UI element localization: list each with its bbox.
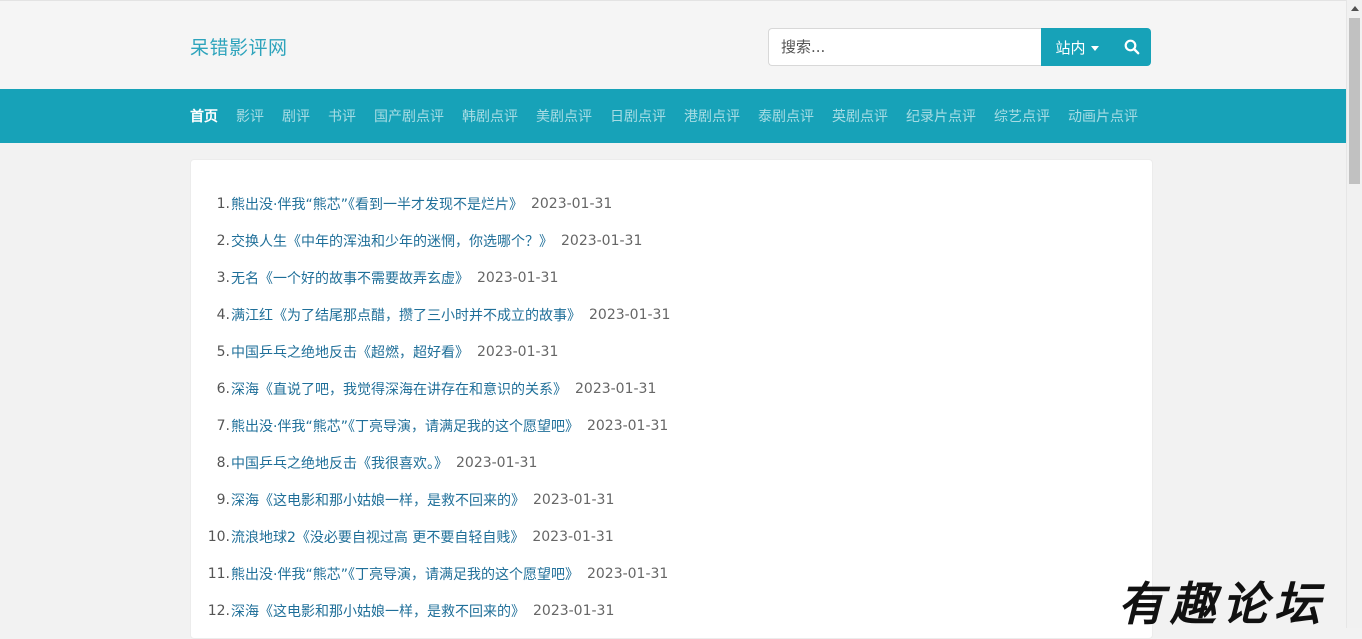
review-list-card: 1. 熊出没·伴我“熊芯”《看到一半才发现不是烂片》 2023-01-31 2. 交换人… — [190, 159, 1153, 639]
list-item: 10. 流浪地球2《没必要自视过高 更不要自轻自贱》 2023-01-31 — [191, 518, 1152, 555]
scroll-up-arrow-icon[interactable] — [1351, 6, 1359, 11]
search-group: 站内 — [768, 28, 1151, 66]
review-date: 2023-01-31 — [586, 565, 669, 582]
top-header: 呆错影评网 站内 — [0, 0, 1346, 89]
list-item: 6. 深海《直说了吧，我觉得深海在讲存在和意识的关系》 2023-01-31 — [191, 370, 1152, 407]
list-item-number: 9. — [216, 491, 230, 508]
search-input[interactable] — [768, 28, 1041, 66]
review-title-link[interactable]: 深海《这电影和那小姑娘一样，是救不回来的》 — [231, 601, 525, 621]
scroll-thumb[interactable] — [1349, 18, 1360, 184]
review-title-link[interactable]: 无名《一个好的故事不需要故弄玄虚》 — [231, 268, 469, 288]
review-list: 1. 熊出没·伴我“熊芯”《看到一半才发现不是烂片》 2023-01-31 2. 交换人… — [191, 185, 1152, 629]
nav-item[interactable]: 书评 — [328, 106, 356, 126]
search-scope-dropdown[interactable]: 站内 — [1041, 28, 1113, 66]
nav-item[interactable]: 美剧点评 — [536, 106, 592, 126]
nav-item[interactable]: 港剧点评 — [684, 106, 740, 126]
review-title-link[interactable]: 熊出没·伴我“熊芯”《丁亮导演，请满足我的这个愿望吧》 — [231, 564, 579, 584]
search-icon — [1124, 39, 1140, 55]
list-item: 12. 深海《这电影和那小姑娘一样，是救不回来的》 2023-01-31 — [191, 592, 1152, 629]
review-title-link[interactable]: 交换人生《中年的浑浊和少年的迷惘，你选哪个？》 — [231, 231, 553, 251]
list-item: 8. 中国乒乓之绝地反击《我很喜欢。》 2023-01-31 — [191, 444, 1152, 481]
nav-item[interactable]: 泰剧点评 — [758, 106, 814, 126]
list-item-number: 1. — [216, 195, 230, 212]
page-scrollbar[interactable] — [1346, 0, 1362, 628]
review-title-link[interactable]: 深海《这电影和那小姑娘一样，是救不回来的》 — [231, 490, 525, 510]
nav-item[interactable]: 国产剧点评 — [374, 106, 444, 126]
review-date: 2023-01-31 — [575, 380, 657, 397]
list-item: 11. 熊出没·伴我“熊芯”《丁亮导演，请满足我的这个愿望吧》 2023-01-31 — [191, 555, 1152, 592]
review-date: 2023-01-31 — [456, 454, 538, 471]
list-item-number: 12. — [207, 602, 230, 619]
list-item-number: 11. — [207, 565, 230, 582]
nav-item[interactable]: 综艺点评 — [994, 106, 1050, 126]
review-title-link[interactable]: 流浪地球2《没必要自视过高 更不要自轻自贱》 — [231, 527, 524, 547]
review-date: 2023-01-31 — [586, 417, 669, 434]
caret-down-icon — [1090, 45, 1099, 51]
nav-item[interactable]: 动画片点评 — [1068, 106, 1138, 126]
review-title-link[interactable]: 深海《直说了吧，我觉得深海在讲存在和意识的关系》 — [231, 379, 567, 399]
review-date: 2023-01-31 — [530, 195, 613, 212]
review-date: 2023-01-31 — [561, 232, 643, 249]
list-item: 1. 熊出没·伴我“熊芯”《看到一半才发现不是烂片》 2023-01-31 — [191, 185, 1152, 222]
list-item-number: 6. — [216, 380, 230, 397]
list-item: 3. 无名《一个好的故事不需要故弄玄虚》 2023-01-31 — [191, 259, 1152, 296]
list-item-number: 8. — [216, 454, 230, 471]
list-item: 9. 深海《这电影和那小姑娘一样，是救不回来的》 2023-01-31 — [191, 481, 1152, 518]
watermark-logo: 有趣论坛 — [1118, 577, 1326, 631]
nav-item[interactable]: 影评 — [236, 106, 264, 126]
list-item: 2. 交换人生《中年的浑浊和少年的迷惘，你选哪个？》 2023-01-31 — [191, 222, 1152, 259]
site-logo-title[interactable]: 呆错影评网 — [190, 33, 288, 60]
review-date: 2023-01-31 — [533, 491, 615, 508]
list-item: 4. 满江红《为了结尾那点醋，攒了三小时并不成立的故事》 2023-01-31 — [191, 296, 1152, 333]
list-item: 7. 熊出没·伴我“熊芯”《丁亮导演，请满足我的这个愿望吧》 2023-01-31 — [191, 407, 1152, 444]
list-item-number: 2. — [216, 232, 230, 249]
list-item-number: 3. — [216, 269, 230, 286]
review-date: 2023-01-31 — [477, 269, 559, 286]
nav-item[interactable]: 剧评 — [282, 106, 310, 126]
list-item: 5. 中国乒乓之绝地反击《超燃，超好看》 2023-01-31 — [191, 333, 1152, 370]
nav-item[interactable]: 韩剧点评 — [462, 106, 518, 126]
review-date: 2023-01-31 — [532, 528, 614, 545]
review-date: 2023-01-31 — [477, 343, 559, 360]
nav-list: 首页 影评 剧评 书评 国产剧点评 韩剧点评 美剧点评 日剧点评 港剧点评 泰剧点评 英剧点评 纪录片… — [190, 89, 1138, 143]
nav-item[interactable]: 日剧点评 — [610, 106, 666, 126]
main-nav: 首页 影评 剧评 书评 国产剧点评 韩剧点评 美剧点评 日剧点评 港剧点评 泰剧点评 英剧点评 纪录片… — [0, 89, 1346, 143]
review-title-link[interactable]: 熊出没·伴我“熊芯”《丁亮导演，请满足我的这个愿望吧》 — [231, 416, 579, 436]
list-item-number: 5. — [216, 343, 230, 360]
review-title-link[interactable]: 中国乒乓之绝地反击《我很喜欢。》 — [231, 453, 448, 473]
nav-item[interactable]: 英剧点评 — [832, 106, 888, 126]
review-title-link[interactable]: 熊出没·伴我“熊芯”《看到一半才发现不是烂片》 — [231, 194, 523, 214]
review-title-link[interactable]: 中国乒乓之绝地反击《超燃，超好看》 — [231, 342, 469, 362]
list-item-number: 10. — [207, 528, 230, 545]
nav-item[interactable]: 首页 — [190, 106, 218, 126]
review-date: 2023-01-31 — [533, 602, 615, 619]
search-scope-label: 站内 — [1055, 38, 1086, 57]
list-item-number: 4. — [216, 306, 230, 323]
review-date: 2023-01-31 — [589, 306, 671, 323]
nav-item[interactable]: 纪录片点评 — [906, 106, 976, 126]
search-button[interactable] — [1113, 28, 1151, 66]
review-title-link[interactable]: 满江红《为了结尾那点醋，攒了三小时并不成立的故事》 — [231, 305, 581, 325]
list-item-number: 7. — [216, 417, 230, 434]
